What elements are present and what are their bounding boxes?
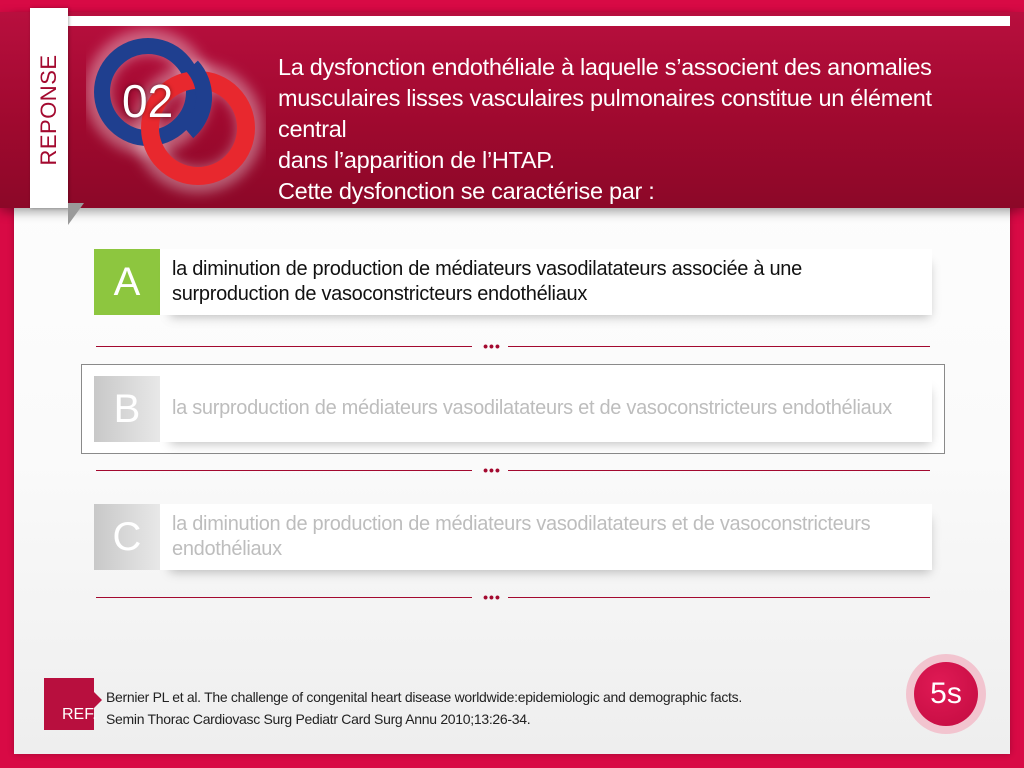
separator: ••• (96, 462, 930, 478)
question-number: 02 (122, 75, 174, 127)
reference-line: Bernier PL et al. The challenge of conge… (106, 689, 742, 705)
option-c-text: la diminution de production de médiateur… (172, 513, 871, 560)
timer-label: 5s (914, 662, 978, 726)
reponse-label: REPONSE (36, 54, 61, 166)
option-a-letter: A (94, 249, 170, 315)
question-text: La dysfonction endothéliale à laquelle s… (278, 52, 998, 207)
separator-dots: ••• (483, 589, 501, 605)
reference-line: Semin Thorac Cardiovasc Surg Pediatr Car… (106, 711, 531, 727)
separator-dots: ••• (483, 338, 501, 354)
option-c-text-box: la diminution de production de médiateur… (160, 504, 932, 570)
reponse-tab-fold (68, 203, 84, 225)
option-a-text: la diminution de production de médiateur… (172, 258, 802, 305)
separator-dots: ••• (483, 462, 501, 478)
question-line: La dysfonction endothéliale à laquelle s… (278, 54, 932, 80)
question-line: Cette dysfonction se caractérise par : (278, 178, 655, 204)
option-b-text-box: la surproduction de médiateurs vasodilat… (160, 376, 932, 442)
option-b[interactable]: B la surproduction de médiateurs vasodil… (94, 376, 932, 442)
option-a[interactable]: A la diminution de production de médiate… (94, 249, 932, 315)
reference-badge: REF. (44, 678, 102, 730)
option-c[interactable]: C la diminution de production de médiate… (94, 504, 932, 570)
option-b-text: la surproduction de médiateurs vasodilat… (172, 397, 892, 419)
separator: ••• (96, 589, 930, 605)
option-c-letter: C (94, 504, 170, 570)
question-line: musculaires lisses vasculaires pulmonair… (278, 85, 932, 142)
option-a-text-box: la diminution de production de médiateur… (160, 249, 932, 315)
question-line: dans l’apparition de l’HTAP. (278, 147, 555, 173)
separator: ••• (96, 338, 930, 354)
reference-text: Bernier PL et al. The challenge of conge… (106, 686, 742, 730)
rings-logo (86, 29, 263, 193)
timer-badge: 5s (906, 654, 986, 734)
reference-label: REF. (62, 706, 97, 723)
option-b-letter: B (94, 376, 170, 442)
